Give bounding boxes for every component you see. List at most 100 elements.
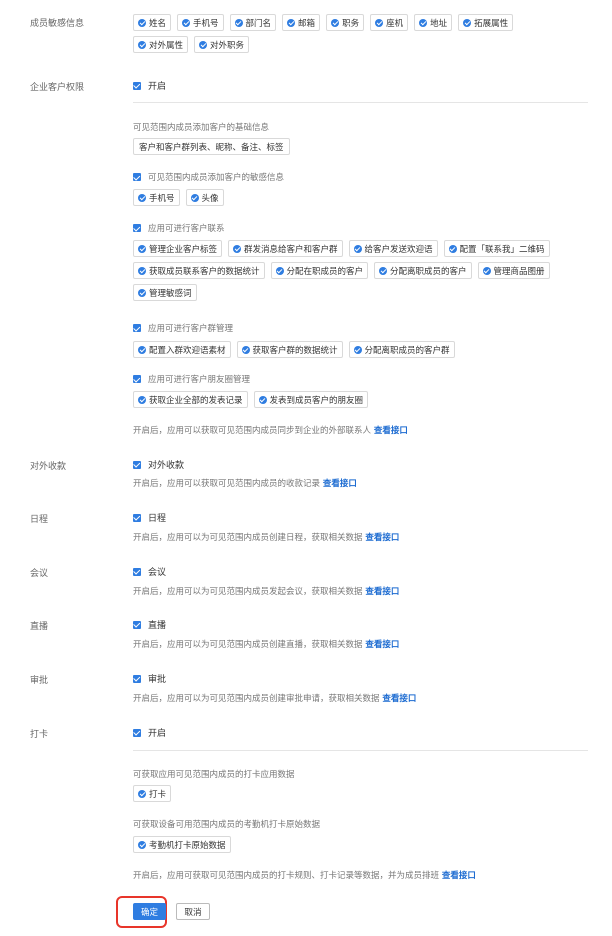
checkbox-checked-icon xyxy=(133,567,141,576)
permission-chip: 分配在职成员的客户 xyxy=(270,262,369,279)
permission-chip: 职务 xyxy=(326,14,365,31)
chip-label: 考勤机打卡原始数据 xyxy=(149,840,226,851)
chip-label: 给客户发送欢迎语 xyxy=(364,244,433,255)
checkbox-checked-icon xyxy=(133,728,141,737)
checkin-enable-checkbox[interactable]: 开启 xyxy=(133,726,166,739)
customer-group-checkbox[interactable]: 应用可进行客户群管理 xyxy=(133,322,233,334)
customer-moments-title: 应用可进行客户朋友圈管理 xyxy=(148,375,251,385)
chip-label: 手机号 xyxy=(193,18,219,29)
checkin-device-chip: 考勤机打卡原始数据 xyxy=(133,836,231,853)
payment-view-api-link[interactable]: 查看接口 xyxy=(323,479,357,489)
check-circle-icon xyxy=(138,40,146,49)
customer-moments-checkbox[interactable]: 应用可进行客户朋友圈管理 xyxy=(133,373,250,385)
customer-note-text: 开启后，应用可以获取可见范围内成员同步到企业的外部联系人 xyxy=(133,426,372,436)
cancel-button[interactable]: 取消 xyxy=(176,903,210,920)
check-circle-icon xyxy=(199,40,208,49)
checkbox-checked-icon xyxy=(133,674,141,683)
permission-chip: 地址 xyxy=(414,14,453,31)
chip-label: 发表到成员客户的朋友圈 xyxy=(269,395,364,406)
chip-label: 群发消息给客户和客户群 xyxy=(244,244,338,255)
permission-chip: 手机号 xyxy=(133,189,180,206)
live-checkbox[interactable]: 直播 xyxy=(133,618,166,631)
check-circle-icon xyxy=(258,395,267,404)
customer-contact-chip-group: 管理企业客户标签 群发消息给客户和客户群 给客户发送欢迎语 配置「联系我」二维码 获取成… xyxy=(133,240,583,301)
check-circle-icon xyxy=(275,266,284,275)
permission-chip: 部门名 xyxy=(229,14,277,31)
chip-label: 获取客户群的数据统计 xyxy=(252,345,338,356)
check-circle-icon xyxy=(182,18,191,27)
customer-enable-checkbox[interactable]: 开启 xyxy=(133,79,166,92)
permission-chip: 获取企业全部的发表记录 xyxy=(133,391,248,408)
meeting-note: 开启后，应用可以为可见范围内成员发起会议，获取相关数据 查看接口 xyxy=(133,585,399,597)
permission-chip: 分配离职成员的客户群 xyxy=(348,341,455,358)
check-circle-icon xyxy=(138,244,146,253)
schedule-note: 开启后，应用可以为可见范围内成员创建日程，获取相关数据 查看接口 xyxy=(133,531,399,543)
confirm-button[interactable]: 确定 xyxy=(133,903,166,920)
section-label-payment: 对外收款 xyxy=(30,462,67,472)
checkbox-checked-icon xyxy=(133,324,141,332)
permission-chip: 姓名 xyxy=(133,14,172,31)
customer-sensitive-checkbox[interactable]: 可见范围内成员添加客户的敏感信息 xyxy=(133,171,284,183)
schedule-view-api-link[interactable]: 查看接口 xyxy=(365,533,399,543)
customer-basic-title: 可见范围内成员添加客户的基础信息 xyxy=(133,123,270,133)
sensitive-chip-group: 姓名 手机号 部门名 邮箱 职务 座机 地址 拓展属性 对外属性 对外职务 xyxy=(133,14,573,53)
chip-label: 配置入群欢迎语素材 xyxy=(149,345,226,356)
permission-chip: 群发消息给客户和客户群 xyxy=(228,240,343,257)
meeting-checkbox[interactable]: 会议 xyxy=(133,565,166,578)
approval-checkbox[interactable]: 审批 xyxy=(133,672,166,685)
chip-label: 分配离职成员的客户群 xyxy=(364,345,450,356)
chip-label: 职务 xyxy=(342,18,360,29)
checkbox-checked-icon xyxy=(133,620,141,629)
checkin-enable-label: 开启 xyxy=(148,729,167,739)
permission-chip: 配置「联系我」二维码 xyxy=(443,240,550,257)
check-circle-icon xyxy=(353,345,362,354)
chip-label: 分配在职成员的客户 xyxy=(286,266,364,277)
chip-label: 手机号 xyxy=(149,193,175,204)
customer-sensitive-title: 可见范围内成员添加客户的敏感信息 xyxy=(148,173,285,183)
permission-chip: 拓展属性 xyxy=(458,14,514,31)
chip-label: 拓展属性 xyxy=(474,18,509,29)
payment-checkbox[interactable]: 对外收款 xyxy=(133,458,184,471)
approval-view-api-link[interactable]: 查看接口 xyxy=(382,694,416,704)
customer-view-api-link[interactable]: 查看接口 xyxy=(374,426,408,436)
section-label-customer: 企业客户权限 xyxy=(30,83,85,93)
chip-label: 管理商品图册 xyxy=(493,266,545,277)
chip-label: 地址 xyxy=(430,18,448,29)
customer-moments-chip-group: 获取企业全部的发表记录 发表到成员客户的朋友圈 xyxy=(133,391,583,408)
permission-chip: 座机 xyxy=(370,14,409,31)
chip-label: 头像 xyxy=(201,193,219,204)
permission-chip: 给客户发送欢迎语 xyxy=(348,240,438,257)
checkin-note-text: 开启后，应用可获取可见范围内成员的打卡规则、打卡记录等数据，并为成员排班 xyxy=(133,871,440,881)
check-circle-icon xyxy=(190,193,199,202)
approval-note-text: 开启后，应用可以为可见范围内成员创建审批申请，获取相关数据 xyxy=(133,694,380,704)
meeting-view-api-link[interactable]: 查看接口 xyxy=(365,587,399,597)
section-label-approval: 审批 xyxy=(30,676,49,686)
customer-contact-checkbox[interactable]: 应用可进行客户联系 xyxy=(133,222,225,234)
schedule-check-label: 日程 xyxy=(148,514,167,524)
section-label-checkin: 打卡 xyxy=(30,730,49,740)
checkbox-checked-icon xyxy=(133,513,141,522)
section-label-meeting: 会议 xyxy=(30,569,49,579)
live-check-label: 直播 xyxy=(148,621,167,631)
payment-check-label: 对外收款 xyxy=(148,461,185,471)
check-circle-icon xyxy=(375,18,384,27)
chip-label: 对外职务 xyxy=(210,40,245,51)
check-circle-icon xyxy=(138,345,146,354)
live-view-api-link[interactable]: 查看接口 xyxy=(365,640,399,650)
checkin-view-api-link[interactable]: 查看接口 xyxy=(442,871,476,881)
chip-label: 座机 xyxy=(386,18,404,29)
permission-chip: 对外属性 xyxy=(133,36,189,53)
live-note-text: 开启后，应用可以为可见范围内成员创建直播，获取相关数据 xyxy=(133,640,363,650)
schedule-checkbox[interactable]: 日程 xyxy=(133,511,166,524)
customer-group-chip-group: 配置入群欢迎语素材 获取客户群的数据统计 分配离职成员的客户群 xyxy=(133,341,583,358)
check-circle-icon xyxy=(138,288,146,297)
payment-note-text: 开启后，应用可以获取可见范围内成员的收款记录 xyxy=(133,479,321,489)
permission-chip: 配置入群欢迎语素材 xyxy=(133,341,231,358)
chip-label: 姓名 xyxy=(149,18,167,29)
permission-chip: 管理企业客户标签 xyxy=(133,240,223,257)
checkbox-checked-icon xyxy=(133,224,141,232)
checkbox-checked-icon xyxy=(133,173,141,181)
permission-chip: 分配离职成员的客户 xyxy=(374,262,472,279)
check-circle-icon xyxy=(234,18,243,27)
check-circle-icon xyxy=(138,193,146,202)
